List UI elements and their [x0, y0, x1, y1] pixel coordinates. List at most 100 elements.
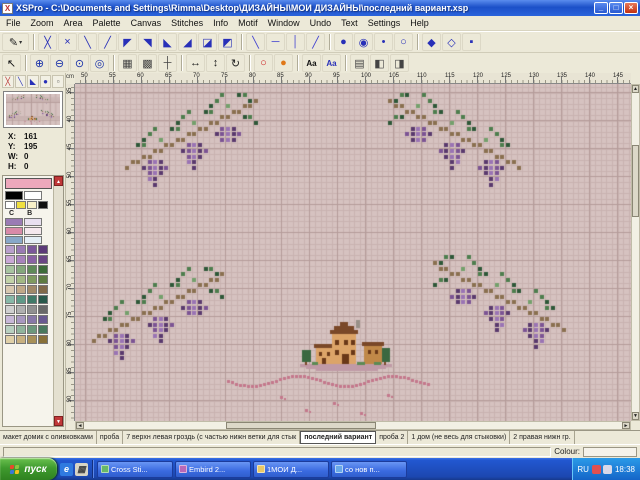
menu-palette[interactable]: Palette — [88, 17, 126, 29]
text-tool-button[interactable]: Aa — [302, 54, 321, 72]
menu-help[interactable]: Help — [405, 17, 434, 29]
menu-undo[interactable]: Undo — [305, 17, 337, 29]
zoom-actual-button[interactable]: ⊙ — [70, 54, 89, 72]
flip-vertical-button[interactable]: ↕ — [206, 54, 225, 72]
palette-swatch[interactable] — [5, 201, 15, 209]
rotate-button[interactable]: ↻ — [226, 54, 245, 72]
text-colour-tool-button[interactable]: Aa — [322, 54, 341, 72]
quicklaunch-browser[interactable]: e — [60, 463, 73, 476]
close-button[interactable]: × — [624, 2, 638, 14]
palette-swatch[interactable] — [16, 315, 26, 324]
menu-stitches[interactable]: Stitches — [166, 17, 208, 29]
palette-swatch[interactable] — [38, 295, 48, 304]
palette-swatch[interactable] — [5, 285, 15, 294]
palette-swatch[interactable] — [38, 305, 48, 314]
palette-swatch[interactable] — [27, 295, 37, 304]
palette-swatch[interactable] — [16, 335, 26, 344]
pattern-tab[interactable]: проба 2 — [376, 431, 408, 444]
tray-antivirus-icon[interactable] — [592, 465, 601, 474]
language-indicator[interactable]: RU — [577, 465, 589, 474]
palette-swatch[interactable] — [38, 255, 48, 264]
palette-swatch[interactable] — [5, 305, 15, 314]
palette-scrollbar[interactable]: ▲ ▼ — [53, 176, 63, 426]
palette-swatch[interactable] — [5, 265, 15, 274]
palette-swatch[interactable] — [27, 201, 37, 209]
taskbar-task-button[interactable]: 1МОИ Д... — [253, 461, 329, 478]
petite-stitch-button[interactable]: × — [58, 33, 77, 51]
scroll-right-icon[interactable]: ► — [622, 422, 630, 429]
mini-half-stitch-button[interactable]: ╲ — [15, 75, 27, 88]
menu-text[interactable]: Text — [336, 17, 363, 29]
quarter-stitch-tr-button[interactable]: ◥ — [138, 33, 157, 51]
quarter-stitch-br-button[interactable]: ◢ — [178, 33, 197, 51]
mini-quarter-stitch-button[interactable]: ◣ — [27, 75, 39, 88]
backstitch-button[interactable]: ╲ — [246, 33, 265, 51]
pattern-tab[interactable]: 2 правая нижн гр. — [510, 431, 574, 444]
palette-scroll-down-icon[interactable]: ▼ — [54, 416, 63, 426]
zoom-fit-button[interactable]: ◎ — [90, 54, 109, 72]
three-quarter-stitch-alt-button[interactable]: ◩ — [218, 33, 237, 51]
pencil-tool-button[interactable]: ✎▾ — [2, 33, 29, 51]
motif-library-button[interactable]: ▤ — [350, 54, 369, 72]
palette-swatch[interactable] — [24, 227, 42, 235]
palette-swatch[interactable] — [5, 325, 15, 334]
palette-swatch[interactable] — [24, 218, 42, 226]
palette-swatch[interactable] — [38, 275, 48, 284]
palette-swatch[interactable] — [27, 275, 37, 284]
menu-file[interactable]: File — [1, 17, 26, 29]
menu-motif[interactable]: Motif — [233, 17, 263, 29]
half-stitch-back-button[interactable]: ╲ — [78, 33, 97, 51]
three-quarter-stitch-button[interactable]: ◪ — [198, 33, 217, 51]
hollow-knot-button[interactable]: ○ — [394, 33, 413, 51]
palette-swatch[interactable] — [38, 265, 48, 274]
palette-swatch[interactable] — [27, 245, 37, 254]
palette-swatch[interactable] — [38, 335, 48, 344]
palette-swatch[interactable] — [16, 255, 26, 264]
tray-volume-icon[interactable] — [603, 465, 612, 474]
menu-info[interactable]: Info — [208, 17, 233, 29]
palette-swatch[interactable] — [5, 227, 23, 235]
diamond-stitch-button[interactable]: ◆ — [422, 33, 441, 51]
mini-knot-button[interactable]: ● — [40, 75, 52, 88]
backstitch-horizontal-button[interactable]: ─ — [266, 33, 285, 51]
palette-swatch[interactable] — [16, 285, 26, 294]
palette-swatch[interactable] — [16, 275, 26, 284]
pattern-tab[interactable]: 1 дом (не весь для стыковки) — [408, 431, 510, 444]
palette-swatch[interactable] — [16, 295, 26, 304]
horizontal-scrollbar[interactable]: ◄ ► — [75, 421, 631, 430]
flip-horizontal-button[interactable]: ↔ — [186, 54, 205, 72]
mini-select-button[interactable]: ▫ — [52, 75, 64, 88]
palette-swatch[interactable] — [38, 285, 48, 294]
palette-swatch[interactable] — [5, 335, 15, 344]
diamond-outline-stitch-button[interactable]: ◇ — [442, 33, 461, 51]
palette-swatch[interactable] — [27, 335, 37, 344]
palette-swatch[interactable] — [27, 265, 37, 274]
quarter-stitch-tl-button[interactable]: ◤ — [118, 33, 137, 51]
menu-window[interactable]: Window — [263, 17, 305, 29]
palette-swatch[interactable] — [16, 265, 26, 274]
palette-swatch[interactable] — [5, 275, 15, 284]
bead-button[interactable]: ◉ — [354, 33, 373, 51]
palette-swatch[interactable] — [16, 305, 26, 314]
taskbar-task-button[interactable]: Cross Sti... — [97, 461, 173, 478]
palette-swatch[interactable] — [27, 315, 37, 324]
taskbar-task-button[interactable]: со нов п... — [331, 461, 407, 478]
stitch-canvas[interactable] — [75, 84, 631, 421]
palette-swatch[interactable] — [38, 201, 48, 209]
full-stitch-button[interactable]: ╳ — [38, 33, 57, 51]
half-stitch-forward-button[interactable]: ╱ — [98, 33, 117, 51]
vertical-scroll-thumb[interactable] — [632, 145, 639, 217]
minimize-button[interactable]: _ — [594, 2, 608, 14]
palette-swatch[interactable] — [16, 325, 26, 334]
french-knot-button[interactable]: ● — [334, 33, 353, 51]
palette-swatch[interactable] — [16, 245, 26, 254]
palette-swatch[interactable] — [24, 236, 42, 244]
palette-swatch[interactable] — [38, 245, 48, 254]
quarter-stitch-bl-button[interactable]: ◣ — [158, 33, 177, 51]
pattern-tab[interactable]: макет домик с оливковками — [0, 431, 97, 444]
palette-swatch[interactable] — [5, 191, 23, 200]
scroll-down-icon[interactable]: ▼ — [632, 412, 639, 420]
menu-settings[interactable]: Settings — [363, 17, 406, 29]
zoom-out-button[interactable]: ⊖ — [50, 54, 69, 72]
taskbar-task-button[interactable]: Embird 2... — [175, 461, 251, 478]
